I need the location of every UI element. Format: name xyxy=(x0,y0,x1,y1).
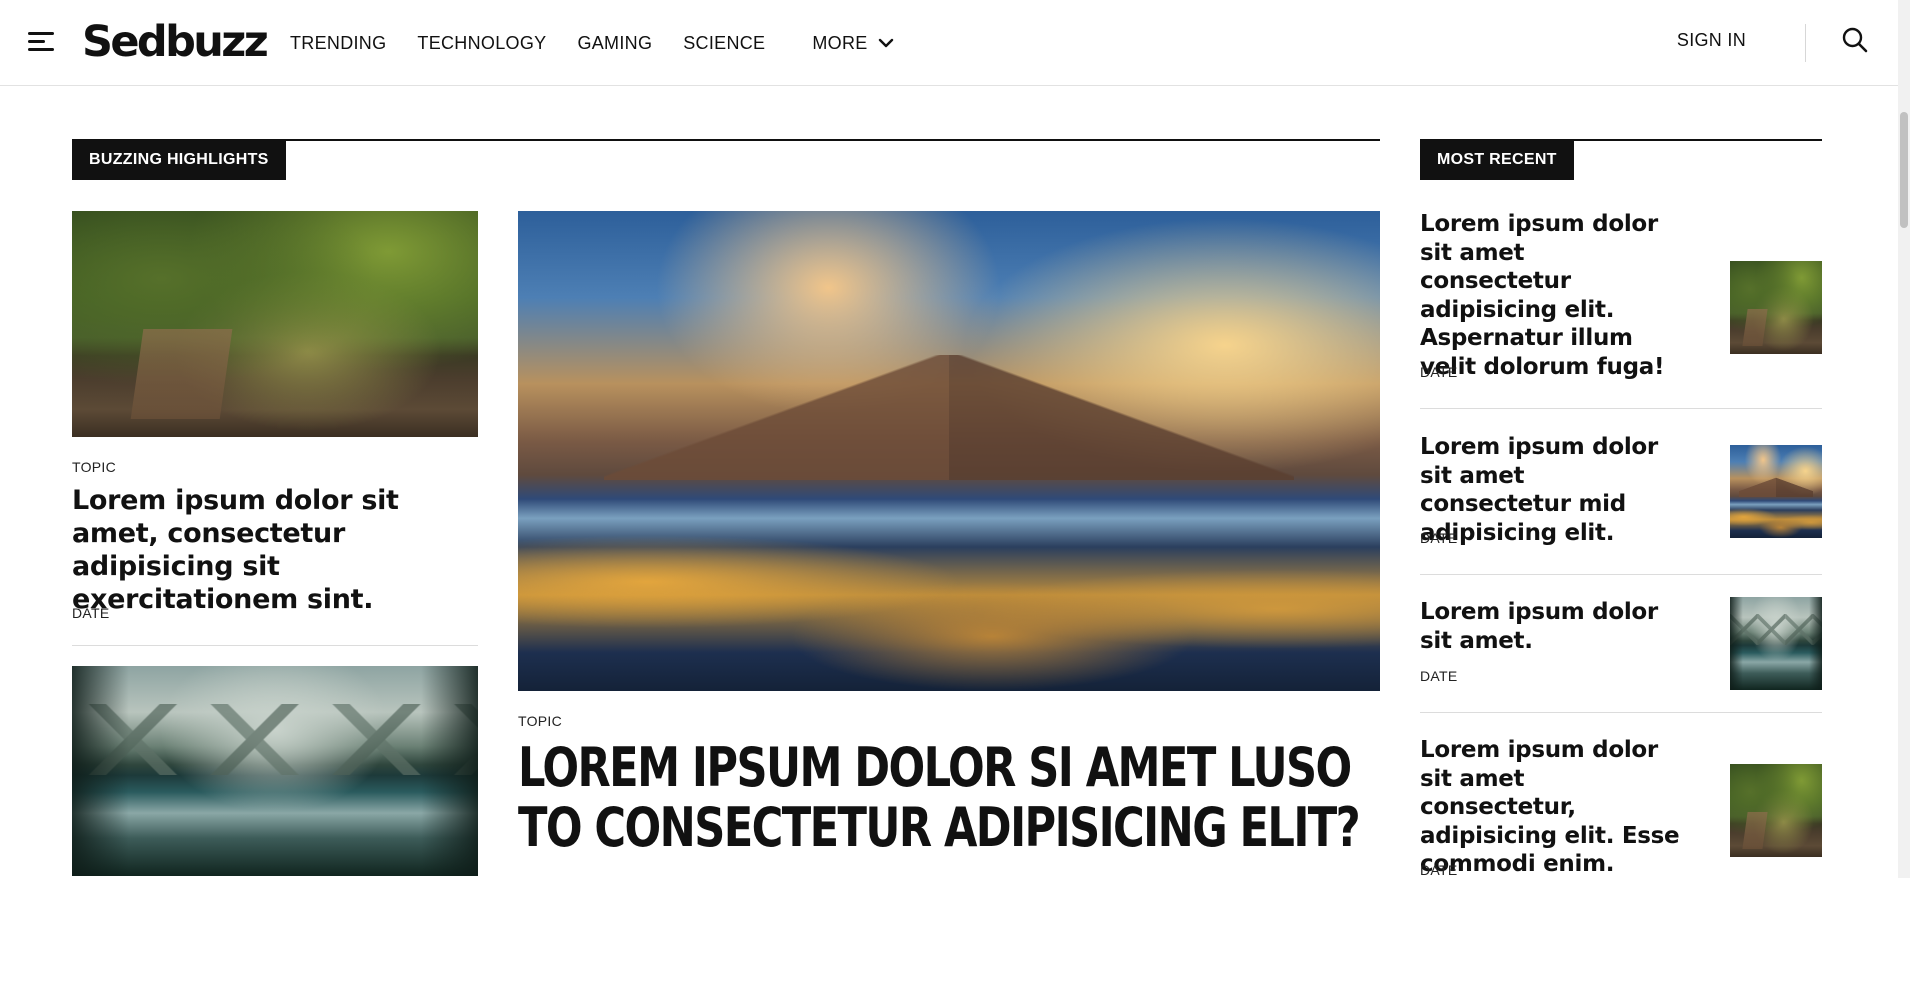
recent-item-title[interactable]: Lorem ipsum dolor sit amet consectetur m… xyxy=(1420,433,1682,547)
site-header: Sedbuzz TRENDING TECHNOLOGY GAMING SCIEN… xyxy=(0,0,1898,86)
left-card-divider xyxy=(72,645,478,646)
recent-item-date: DATE xyxy=(1420,862,1458,878)
recent-item-title[interactable]: Lorem ipsum dolor sit amet consectetur a… xyxy=(1420,210,1682,381)
recent-heading: MOST RECENT xyxy=(1420,140,1574,180)
recent-item-divider xyxy=(1420,574,1822,575)
main-nav: TRENDING TECHNOLOGY GAMING SCIENCE MORE xyxy=(290,0,925,86)
recent-item-thumbnail[interactable] xyxy=(1730,445,1822,538)
nav-more-label: MORE xyxy=(812,32,868,53)
left-card-title[interactable]: Lorem ipsum dolor sit amet, consectetur … xyxy=(72,484,472,616)
recent-item-divider xyxy=(1420,408,1822,409)
sign-in-link[interactable]: SIGN IN xyxy=(1677,30,1746,51)
nav-more[interactable]: MORE xyxy=(812,33,893,54)
left-card-date: DATE xyxy=(72,605,110,621)
site-logo[interactable]: Sedbuzz xyxy=(82,14,269,70)
nav-trending[interactable]: TRENDING xyxy=(290,33,386,54)
hamburger-menu-icon[interactable] xyxy=(28,30,56,54)
page-scrollbar[interactable] xyxy=(1898,0,1910,878)
feature-title[interactable]: LOREM IPSUM DOLOR SI AMET LUSO TO CONSEC… xyxy=(518,738,1374,858)
recent-item-date: DATE xyxy=(1420,530,1458,546)
left-card-2-image[interactable] xyxy=(72,666,478,876)
recent-item-thumbnail[interactable] xyxy=(1730,764,1822,857)
recent-item-title[interactable]: Lorem ipsum dolor sit amet. xyxy=(1420,598,1682,655)
search-icon[interactable] xyxy=(1841,26,1869,54)
recent-item-date: DATE xyxy=(1420,364,1458,380)
left-card-image[interactable] xyxy=(72,211,478,437)
scrollbar-thumb[interactable] xyxy=(1900,112,1908,228)
recent-item-date: DATE xyxy=(1420,668,1458,684)
recent-item-title[interactable]: Lorem ipsum dolor sit amet consectetur, … xyxy=(1420,736,1682,879)
chevron-down-icon xyxy=(878,38,893,48)
recent-item-thumbnail[interactable] xyxy=(1730,597,1822,690)
nav-technology[interactable]: TECHNOLOGY xyxy=(417,33,546,54)
feature-topic[interactable]: TOPIC xyxy=(518,713,562,729)
header-divider xyxy=(1805,24,1806,62)
nav-science[interactable]: SCIENCE xyxy=(683,33,765,54)
highlights-heading: BUZZING HIGHLIGHTS xyxy=(72,140,286,180)
left-card-topic[interactable]: TOPIC xyxy=(72,459,116,475)
feature-image[interactable] xyxy=(518,211,1380,691)
nav-gaming[interactable]: GAMING xyxy=(577,33,652,54)
recent-item-thumbnail[interactable] xyxy=(1730,261,1822,354)
recent-item-divider xyxy=(1420,712,1822,713)
